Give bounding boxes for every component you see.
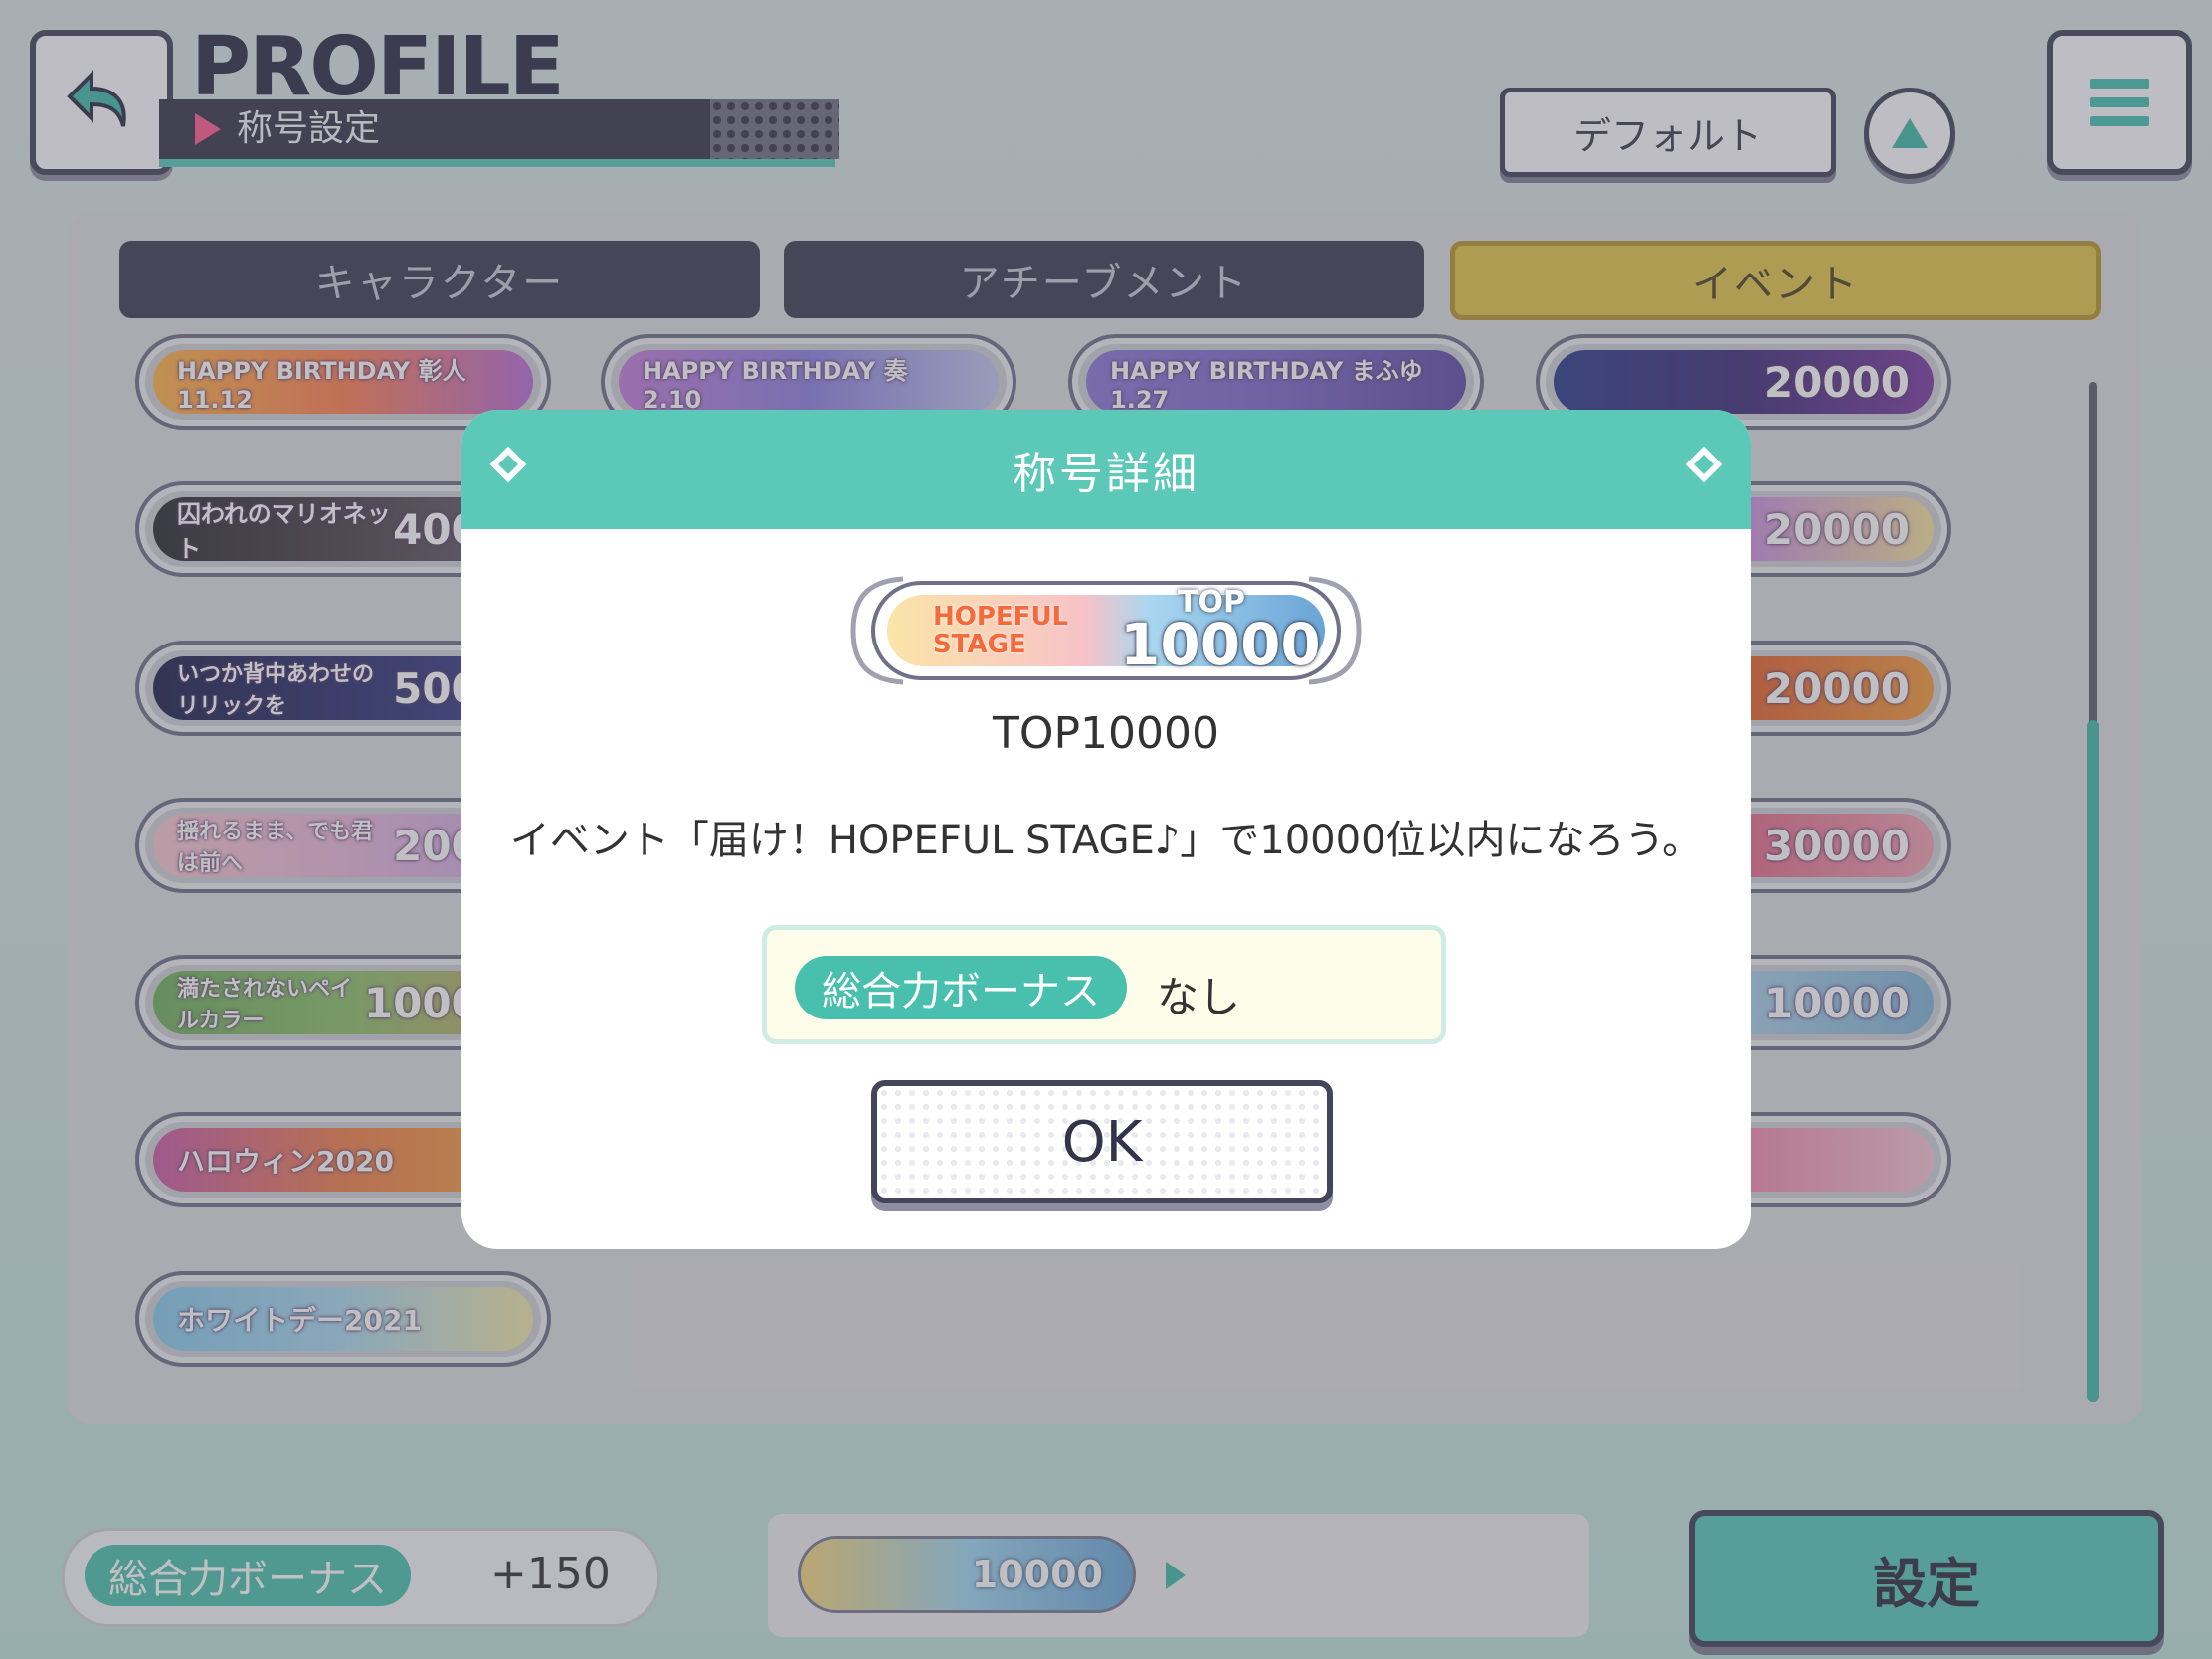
title-detail-dialog: 称号詳細 HOPEFUL STAGE TOP 10000 TOP10000 イベ… <box>461 410 1751 1249</box>
badge-event-name: HOPEFUL STAGE <box>933 602 1069 659</box>
dialog-bonus-box: 総合力ボーナス なし <box>762 925 1446 1044</box>
dialog-bonus-label: 総合力ボーナス <box>795 956 1127 1019</box>
dialog-title: 称号詳細 <box>1013 449 1199 499</box>
title-name: TOP10000 <box>992 708 1219 759</box>
dialog-header: 称号詳細 <box>461 410 1751 529</box>
title-description: イベント「届け！HOPEFUL STAGE♪」で10000位以内になろう。 <box>509 818 1703 863</box>
ok-button[interactable]: OK <box>871 1080 1333 1203</box>
title-badge: HOPEFUL STAGE TOP 10000 <box>843 573 1369 688</box>
dialog-bonus-value: なし <box>1157 973 1241 1021</box>
badge-rank: 10000 <box>1120 611 1321 678</box>
